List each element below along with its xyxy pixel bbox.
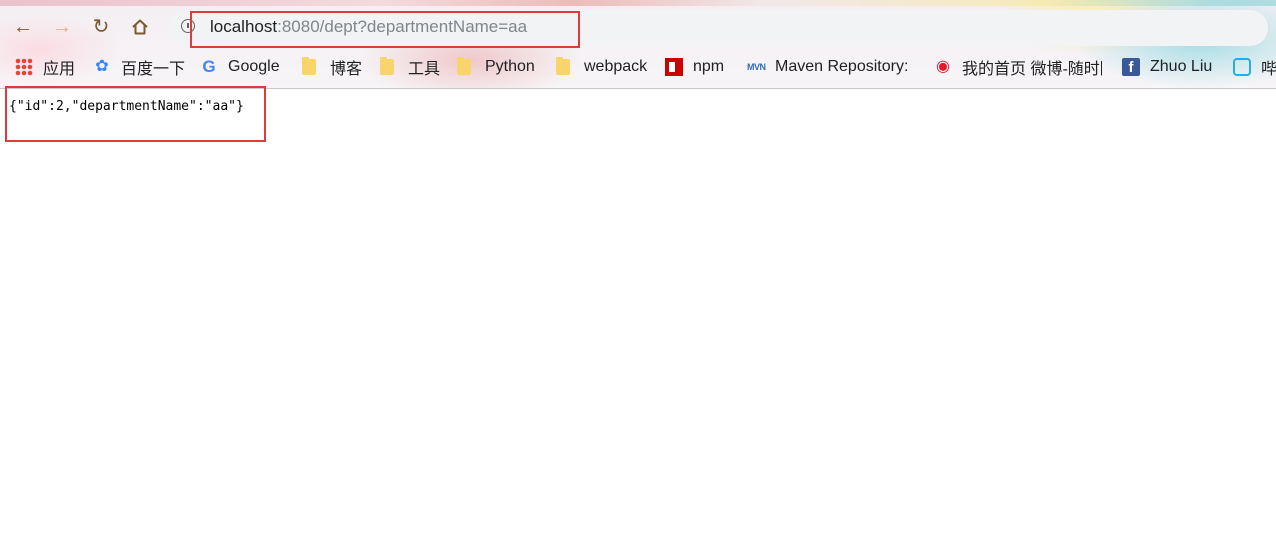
npm-icon xyxy=(665,58,683,76)
bookmark-label: Maven Repository: S xyxy=(775,58,909,75)
bookmark-folder-webpack[interactable]: webpack xyxy=(556,54,647,80)
facebook-icon: f xyxy=(1122,58,1140,76)
bookmark-baidu[interactable]: ✿ 百度一下 xyxy=(93,54,185,80)
bookmark-label: Google xyxy=(228,58,280,75)
folder-icon xyxy=(380,57,394,75)
home-icon xyxy=(132,19,148,35)
folder-icon xyxy=(556,57,570,75)
bookmark-folder-blog[interactable]: 博客 xyxy=(302,54,362,80)
bookmarks-bar: 应用 ✿ 百度一下 G Google 博客 工具 Python webpack … xyxy=(0,54,1276,80)
browser-chrome: ← → ↻ localhost:8080/dept?departmentName… xyxy=(0,0,1276,89)
folder-icon xyxy=(302,57,316,75)
arrow-left-icon: ← xyxy=(13,16,33,38)
json-annotation-box xyxy=(5,86,266,142)
bookmark-maven[interactable]: MVN Maven Repository: S xyxy=(747,54,909,80)
maven-icon: MVN xyxy=(747,62,766,72)
bookmark-label: 百度一下 xyxy=(121,61,186,78)
url-annotation-box xyxy=(190,11,580,48)
bookmark-label: Python xyxy=(485,58,535,75)
bookmark-label: 博客 xyxy=(330,61,363,78)
reload-icon: ↻ xyxy=(92,16,110,38)
weibo-icon: ◉ xyxy=(936,58,950,75)
baidu-paw-icon: ✿ xyxy=(95,58,109,75)
bookmark-label: 哔 xyxy=(1261,61,1276,78)
bookmark-label: webpack xyxy=(584,58,648,75)
bookmark-label: 工具 xyxy=(408,61,441,78)
bookmark-apps[interactable]: 应用 xyxy=(15,54,75,80)
bookmark-label: Zhuo Liu xyxy=(1150,58,1213,75)
tab-strip-edge xyxy=(0,0,1276,6)
bookmark-npm[interactable]: npm xyxy=(665,54,724,80)
bilibili-icon xyxy=(1233,58,1251,76)
bookmark-label: 应用 xyxy=(43,61,76,78)
apps-grid-icon xyxy=(15,58,33,76)
forward-button[interactable]: → xyxy=(49,14,75,40)
arrow-right-icon: → xyxy=(52,16,72,38)
reload-button[interactable]: ↻ xyxy=(88,14,114,40)
bookmark-label: npm xyxy=(693,58,725,75)
home-button[interactable] xyxy=(127,14,153,40)
bookmark-label: 我的首页 微博-随时随 xyxy=(962,61,1102,78)
bookmark-bilibili[interactable]: 哔 xyxy=(1233,54,1276,80)
bookmark-weibo[interactable]: ◉ 我的首页 微博-随时随 xyxy=(934,54,1102,80)
bookmark-facebook[interactable]: f Zhuo Liu xyxy=(1122,54,1212,80)
bookmark-folder-tools[interactable]: 工具 xyxy=(380,54,440,80)
google-g-icon: G xyxy=(202,57,216,76)
bookmark-google[interactable]: G Google xyxy=(200,54,280,80)
folder-icon xyxy=(457,57,471,75)
bookmark-folder-python[interactable]: Python xyxy=(457,54,535,80)
back-button[interactable]: ← xyxy=(10,14,36,40)
